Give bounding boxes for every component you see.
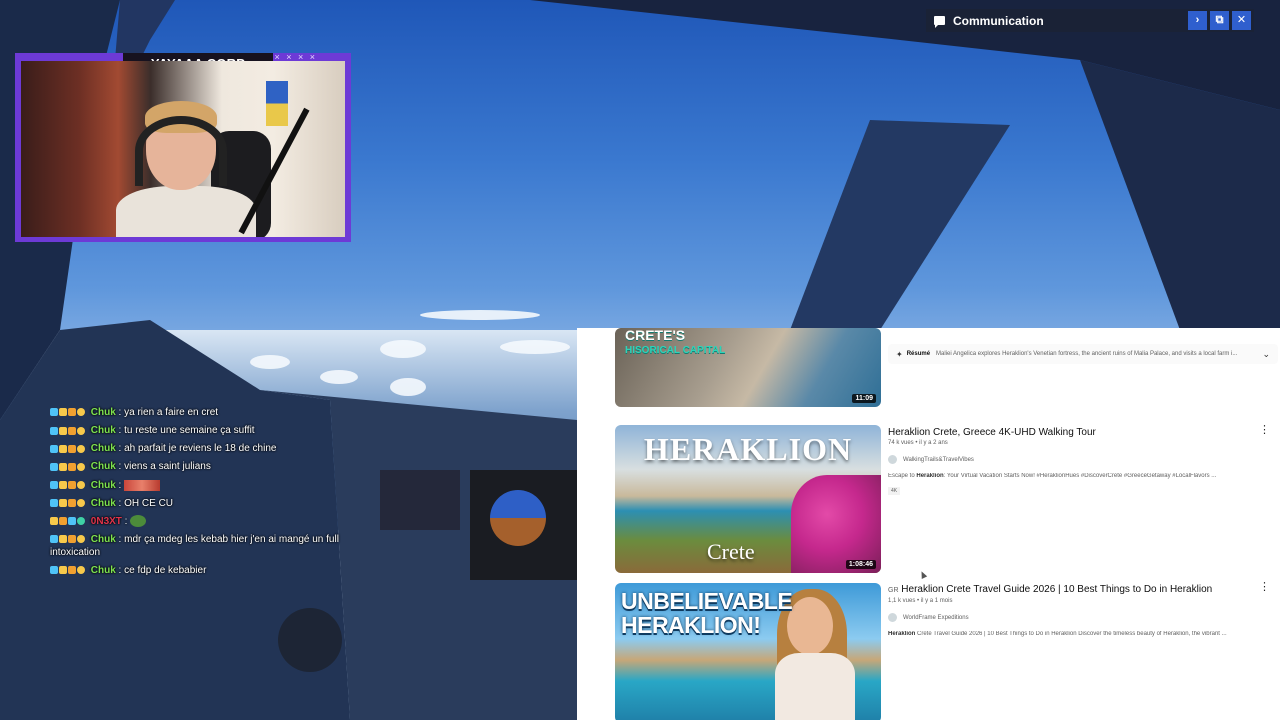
thumbnail-text: CRETE'S HISORICAL CAPITAL (625, 328, 725, 358)
desc-text: Crete Travel Guide 2026 | 10 Best Things… (915, 631, 1227, 637)
video-meta: 74 k vues • il y a 2 ans (888, 440, 948, 446)
stream-chat: Chuk : ya rien a faire en cret Chuk : tu… (50, 406, 350, 582)
chat-text: OH CE CU (124, 497, 174, 509)
chat-message: Chuk : ya rien a faire en cret (50, 406, 350, 419)
chat-username[interactable]: 0N3XT (91, 516, 122, 527)
streamer-body (116, 186, 256, 237)
chat-text: ya rien a faire en cret (124, 407, 219, 419)
desc-highlight: Heraklion (888, 631, 916, 637)
chat-username[interactable]: Chuk (91, 443, 116, 454)
video-title[interactable]: GR Heraklion Crete Travel Guide 2026 | 1… (888, 583, 1263, 597)
channel-row[interactable]: WalkingTrails&TravelVibes (888, 455, 1263, 464)
video-duration: 1:08:46 (845, 560, 876, 569)
chat-bubble-icon (934, 16, 945, 28)
user-badges (50, 460, 86, 473)
sparkle-icon: ✦ (896, 349, 903, 359)
user-badges (50, 479, 86, 492)
chat-message: Chuk : tu reste une semaine ça suffit (50, 424, 350, 437)
chat-message: Chuk : mdr ça mdeg les kebab hier j'en a… (50, 533, 339, 559)
video-meta: 1,1 k vues • il y a 1 mois (888, 598, 953, 604)
video-thumbnail[interactable]: CRETE'S HISORICAL CAPITAL 11:09 (615, 328, 881, 407)
video-description: Heraklion Crete Travel Guide 2026 | 10 B… (888, 631, 1263, 637)
popout-button[interactable]: ⧉ (1210, 11, 1229, 30)
quality-badge: 4K (888, 487, 901, 495)
ai-summary[interactable]: ✦ Résumé Maliei Angelica explores Herakl… (888, 344, 1278, 364)
user-badges (50, 515, 86, 528)
flag-decor (266, 81, 288, 126)
thumbnail-text-line: HISORICAL CAPITAL (625, 345, 726, 356)
expand-button[interactable]: › (1188, 11, 1207, 30)
video-description: Escape to Heraklion: Your Virtual Vacati… (888, 473, 1263, 479)
close-button[interactable]: ✕ (1232, 11, 1251, 30)
communication-panel[interactable]: Communication › ⧉ ✕ (926, 9, 1254, 32)
chevron-down-icon[interactable]: ⌄ (1262, 349, 1270, 360)
video-info: GR Heraklion Crete Travel Guide 2026 | 1… (888, 583, 1263, 637)
video-duration: 11:09 (852, 394, 876, 403)
chat-username[interactable]: Chuk (91, 480, 116, 491)
emote-icon (130, 515, 147, 528)
more-options-icon[interactable]: ⋮ (1259, 582, 1270, 593)
chat-message: Chuk : OH CE CU (50, 497, 350, 510)
emote-icon (124, 479, 161, 491)
webcam-feed (21, 61, 345, 237)
youtube-results-panel: CRETE'S HISORICAL CAPITAL 11:09 ✦ Résumé… (577, 328, 1280, 720)
summary-label: Résumé (906, 351, 931, 357)
user-badges (50, 406, 86, 419)
chat-text: tu reste une semaine ça suffit (124, 425, 255, 437)
webcam-overlay: YAYAAA CORP × × × × (15, 53, 351, 242)
chat-message: Chuk : ah parfait je reviens le 18 de ch… (50, 442, 350, 455)
video-title-text[interactable]: Heraklion Crete Travel Guide 2026 | 10 B… (901, 584, 1212, 595)
desc-text: : Your Virtual Vacation Starts Now! #Her… (943, 473, 1217, 479)
chat-message: 0N3XT : (50, 515, 350, 528)
chat-text: viens a saint julians (124, 461, 211, 473)
summary-text: Maliei Angelica explores Heraklion's Ven… (936, 351, 1238, 357)
person-face (787, 597, 833, 655)
channel-name[interactable]: WorldFrame Expeditions (903, 615, 969, 621)
video-thumbnail[interactable]: UNBELIEVABLE HERAKLION! (615, 583, 881, 720)
chat-username[interactable]: Chuk (91, 407, 116, 418)
user-badges (50, 564, 86, 577)
chat-username[interactable]: Chuk (91, 498, 116, 509)
communication-title: Communication (953, 13, 1044, 28)
channel-avatar[interactable] (888, 455, 897, 464)
thumbnail-text-line: CRETE'S (625, 328, 686, 343)
chat-text: ah parfait je reviens le 18 de chine (124, 443, 277, 455)
video-thumbnail[interactable]: HERAKLION Crete 1:08:46 (615, 425, 881, 573)
user-badges (50, 442, 86, 455)
thumbnail-title: UNBELIEVABLE HERAKLION! (621, 588, 793, 638)
chat-username[interactable]: Chuk (91, 462, 116, 473)
video-info: Heraklion Crete, Greece 4K-UHD Walking T… (888, 426, 1263, 497)
chat-message: Chuk : viens a saint julians (50, 460, 350, 473)
flag-label: GR (888, 587, 899, 594)
chat-message: Chuk : (50, 479, 350, 492)
thumbnail-title: HERAKLION (643, 431, 853, 467)
channel-avatar[interactable] (888, 613, 897, 622)
person-body (775, 653, 855, 720)
channel-row[interactable]: WorldFrame Expeditions (888, 613, 1263, 622)
headset-icon (135, 116, 227, 186)
video-title[interactable]: Heraklion Crete, Greece 4K-UHD Walking T… (888, 426, 1263, 439)
user-badges (50, 533, 86, 546)
chat-username[interactable]: Chuk (91, 565, 116, 576)
more-options-icon[interactable]: ⋮ (1259, 425, 1270, 436)
user-badges (50, 424, 86, 437)
chat-text: ce fdp de kebabier (124, 565, 207, 577)
flowers-decor (791, 475, 881, 573)
chat-username[interactable]: Chuk (91, 534, 116, 545)
chat-message: Chuk : ce fdp de kebabier (50, 564, 350, 577)
desc-highlight: Heraklion (916, 473, 944, 479)
desc-text: Escape to (888, 473, 917, 479)
chat-username[interactable]: Chuk (91, 425, 116, 436)
channel-name[interactable]: WalkingTrails&TravelVibes (903, 457, 974, 463)
thumbnail-subtitle: Crete (707, 539, 755, 564)
user-badges (50, 497, 86, 510)
